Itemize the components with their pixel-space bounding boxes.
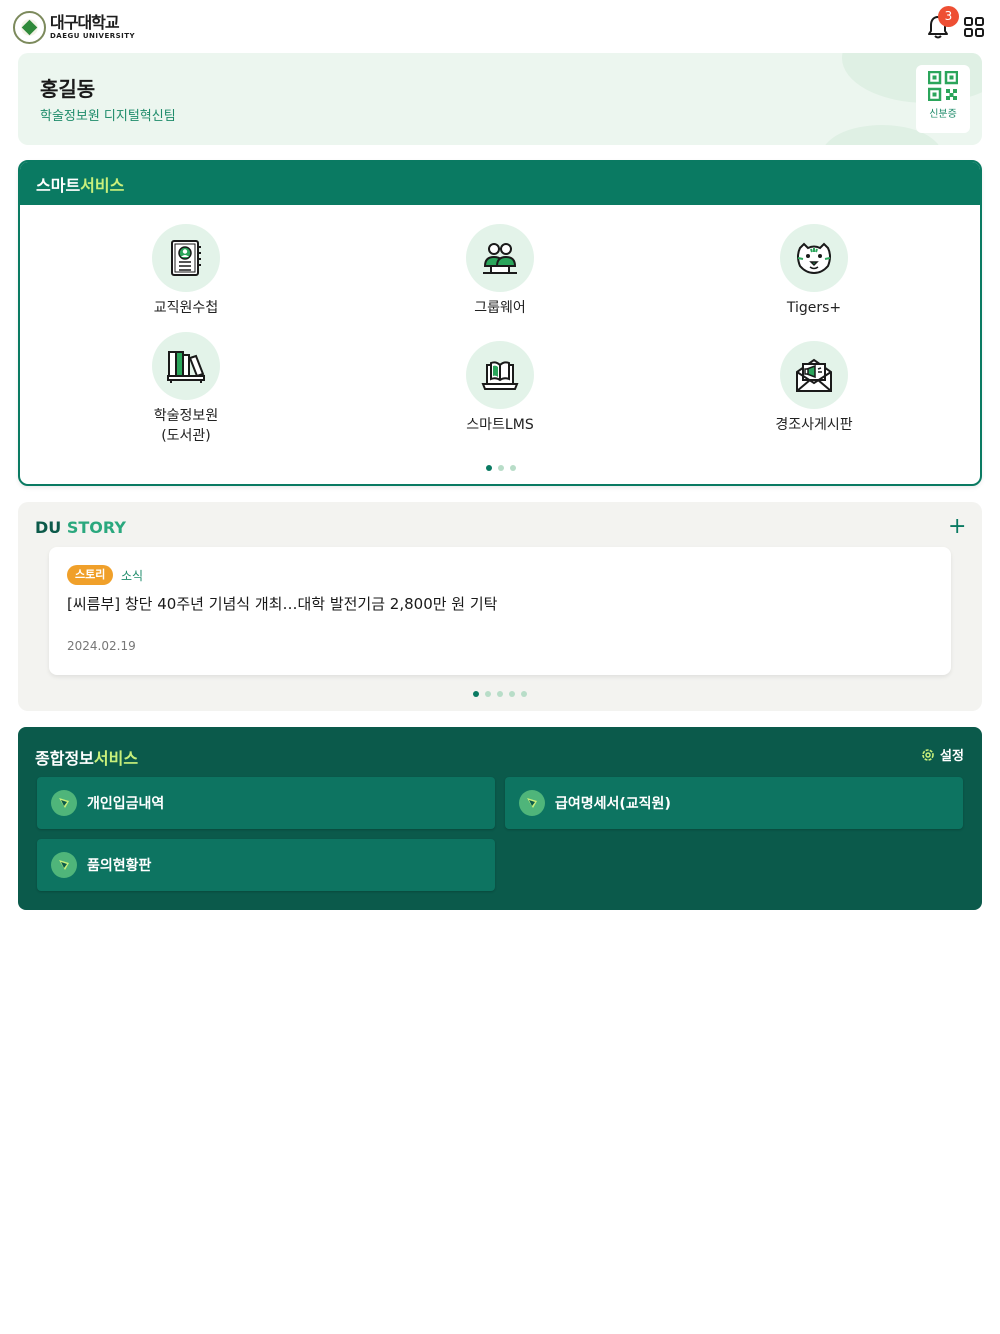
leaf-logo-icon (51, 790, 77, 816)
service-item-event-board[interactable]: 경조사게시판 (714, 341, 914, 435)
page-dot[interactable] (485, 691, 491, 697)
service-label-line1: 학술정보원 (153, 408, 219, 424)
page-dot[interactable] (497, 691, 503, 697)
envelope-megaphone-icon (796, 358, 832, 392)
section-title-accent: 서비스 (93, 749, 139, 768)
service-item-tigers[interactable]: Tigers+ (714, 224, 914, 318)
menu-grid-icon[interactable] (964, 17, 984, 37)
page-dot[interactable] (521, 691, 527, 697)
logo-english: DAEGU UNIVERSITY (50, 32, 136, 40)
story-category: 소식 (121, 569, 144, 583)
service-icon-circle (780, 224, 848, 292)
personal-deposit-button[interactable]: 개인입금내역 (37, 777, 495, 829)
smart-service-header: 스마트 서비스 (20, 162, 980, 205)
logo-korean: 대구대학교 (50, 13, 120, 32)
gear-icon (922, 748, 934, 761)
approval-status-button[interactable]: 품의현황판 (37, 839, 495, 891)
contact-book-icon (171, 240, 201, 276)
top-bar: 대구대학교 DAEGU UNIVERSITY 3 (0, 0, 1000, 54)
payslip-button[interactable]: 급여명세서(교직원) (505, 777, 963, 829)
page-dot[interactable] (509, 691, 515, 697)
service-label: 스마트LMS (466, 417, 534, 433)
service-icon-circle (780, 341, 848, 409)
id-card-button[interactable]: 신분증 (916, 65, 970, 133)
du-story-section: DU STORY + 스토리 소식 [씨름부] 창단 40주년 기념식 개최…대… (18, 502, 982, 711)
story-card[interactable]: 스토리 소식 [씨름부] 창단 40주년 기념식 개최…대학 발전기금 2,80… (49, 547, 951, 675)
info-button-label: 급여명세서(교직원) (555, 796, 671, 812)
user-name: 홍길동 (40, 77, 96, 101)
page-dot-active[interactable] (486, 465, 492, 471)
leaf-logo-icon (519, 790, 545, 816)
story-date: 2024.02.19 (67, 639, 136, 653)
service-label: 교직원수첩 (153, 300, 219, 316)
service-item-smart-lms[interactable]: 스마트LMS (400, 341, 600, 435)
university-seal-icon (13, 11, 46, 44)
page-dot[interactable] (498, 465, 504, 471)
service-label-line2: (도서관) (161, 428, 211, 444)
page-dot[interactable] (510, 465, 516, 471)
logo-text: 대구대학교 DAEGU UNIVERSITY (50, 14, 135, 41)
tiger-icon (797, 242, 831, 275)
info-service-title: 종합정보서비스 (35, 745, 138, 769)
library-books-icon (167, 351, 205, 383)
service-label: Tigers+ (786, 300, 842, 316)
service-item-library[interactable]: 학술정보원 (도서관) (86, 332, 286, 446)
settings-label: 설정 (940, 749, 964, 764)
laptop-book-icon (481, 361, 519, 390)
section-title-accent: 서비스 (80, 175, 125, 195)
story-pagination (473, 691, 527, 697)
page-dot-active[interactable] (473, 691, 479, 697)
service-icon-circle (466, 341, 534, 409)
settings-button[interactable]: 설정 (920, 745, 964, 764)
qr-code-icon (927, 70, 959, 102)
service-label: 경조사게시판 (775, 417, 853, 433)
user-department: 학술정보원 디지털혁신팀 (40, 109, 176, 124)
info-button-label: 개인입금내역 (87, 796, 165, 812)
du-story-title-a: DU (35, 518, 62, 537)
service-icon-circle (152, 332, 220, 400)
service-label: 학술정보원 (도서관) (86, 406, 286, 446)
section-title: 종합정보 (35, 749, 94, 768)
notification-badge: 3 (938, 6, 959, 27)
service-icon-circle (152, 224, 220, 292)
more-plus-button[interactable]: + (948, 516, 966, 538)
story-headline: [씨름부] 창단 40주년 기념식 개최…대학 발전기금 2,800만 원 기탁 (67, 595, 498, 613)
info-button-label: 품의현황판 (87, 858, 152, 874)
story-badge: 스토리 (67, 565, 114, 585)
du-story-title-b: STORY (66, 518, 126, 537)
group-users-icon (483, 243, 517, 274)
smart-service-panel: 스마트 서비스 교직원수첩 그룹웨어 Tigers+ 학술정보원 (도서관) 스… (18, 160, 982, 486)
du-story-title: DU STORY (35, 518, 126, 537)
id-card-label: 신분증 (929, 109, 957, 120)
service-item-staff-handbook[interactable]: 교직원수첩 (86, 224, 286, 318)
service-icon-circle (466, 224, 534, 292)
info-service-panel: 종합정보서비스 설정 개인입금내역 급여명세서(교직원) 품의현황판 (18, 727, 982, 910)
leaf-logo-icon (51, 852, 77, 878)
university-logo[interactable]: 대구대학교 DAEGU UNIVERSITY (13, 11, 135, 44)
service-item-groupware[interactable]: 그룹웨어 (400, 224, 600, 318)
profile-card: 홍길동 학술정보원 디지털혁신팀 신분증 (18, 53, 982, 145)
smart-service-pagination (486, 465, 516, 471)
section-title: 스마트 (36, 175, 81, 195)
service-label: 그룹웨어 (474, 300, 526, 316)
